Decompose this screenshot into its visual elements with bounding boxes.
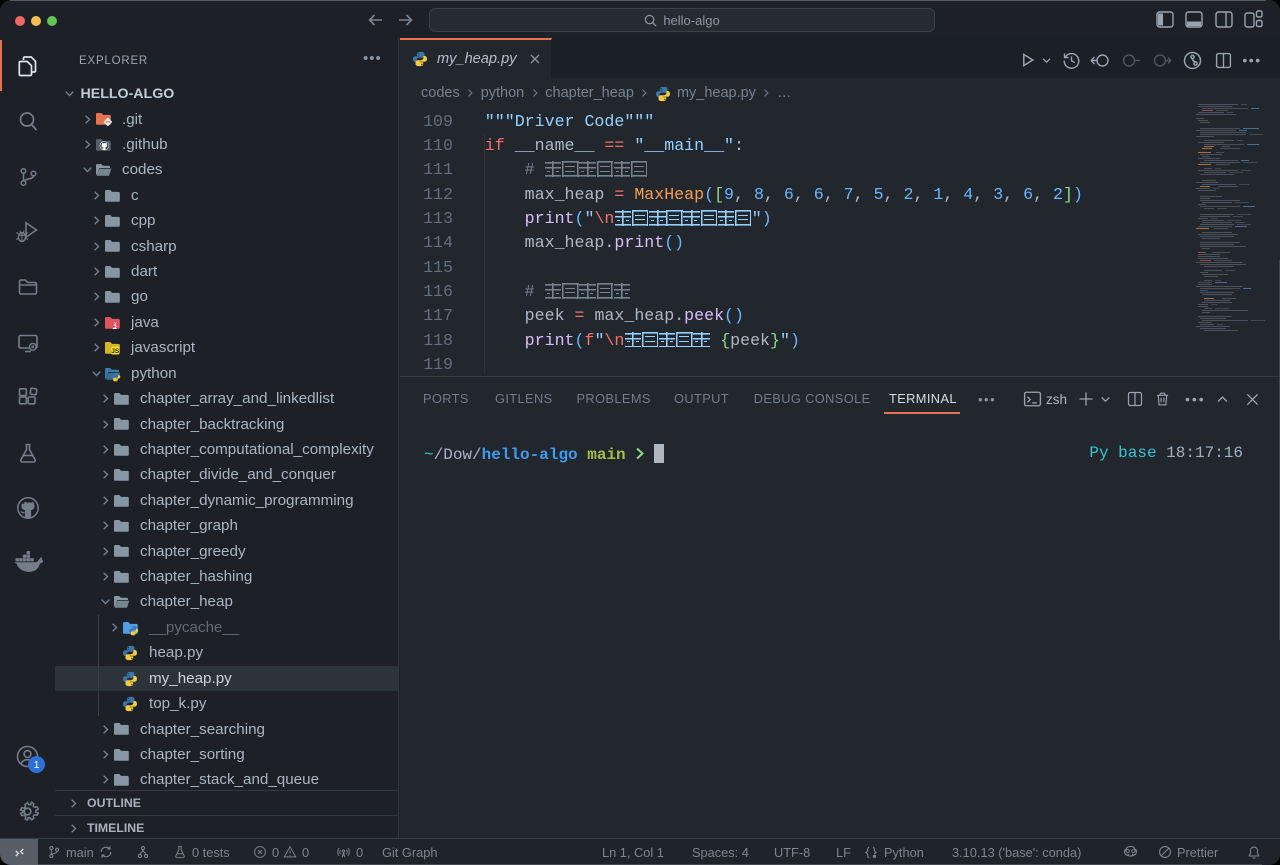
svg-text:JS: JS: [111, 348, 120, 355]
